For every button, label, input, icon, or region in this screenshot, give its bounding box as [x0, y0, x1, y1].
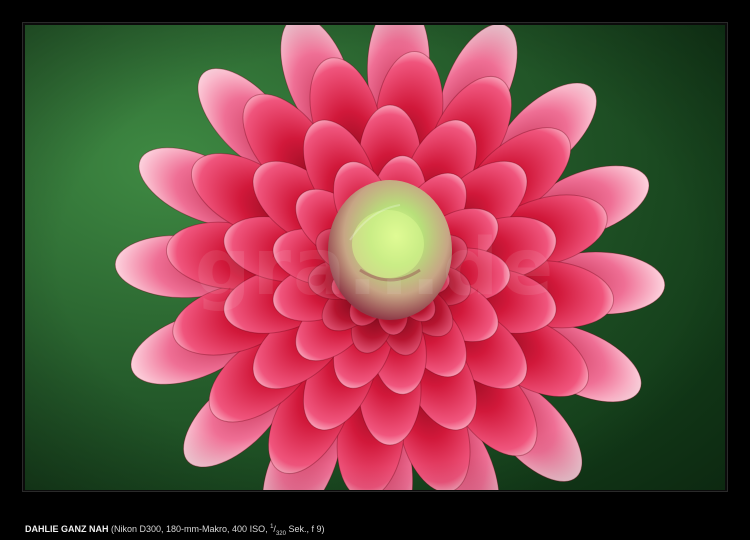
shutter-fraction: 1/320 [270, 522, 286, 540]
dahlia-illustration [25, 25, 725, 490]
caption-details-suffix: Sek., f 9) [285, 524, 325, 534]
shutter-denominator: 320 [275, 530, 286, 537]
dahlia-photo: gra...de [25, 25, 725, 490]
caption-details-prefix: (Nikon D300, 180-mm-Makro, 400 ISO, [111, 524, 271, 534]
photo-caption: DAHLIE GANZ NAH (Nikon D300, 180-mm-Makr… [25, 522, 324, 540]
caption-title: DAHLIE GANZ NAH [25, 524, 109, 534]
page-frame: gra...de DAHLIE GANZ NAH (Nikon D300, 18… [0, 0, 750, 540]
